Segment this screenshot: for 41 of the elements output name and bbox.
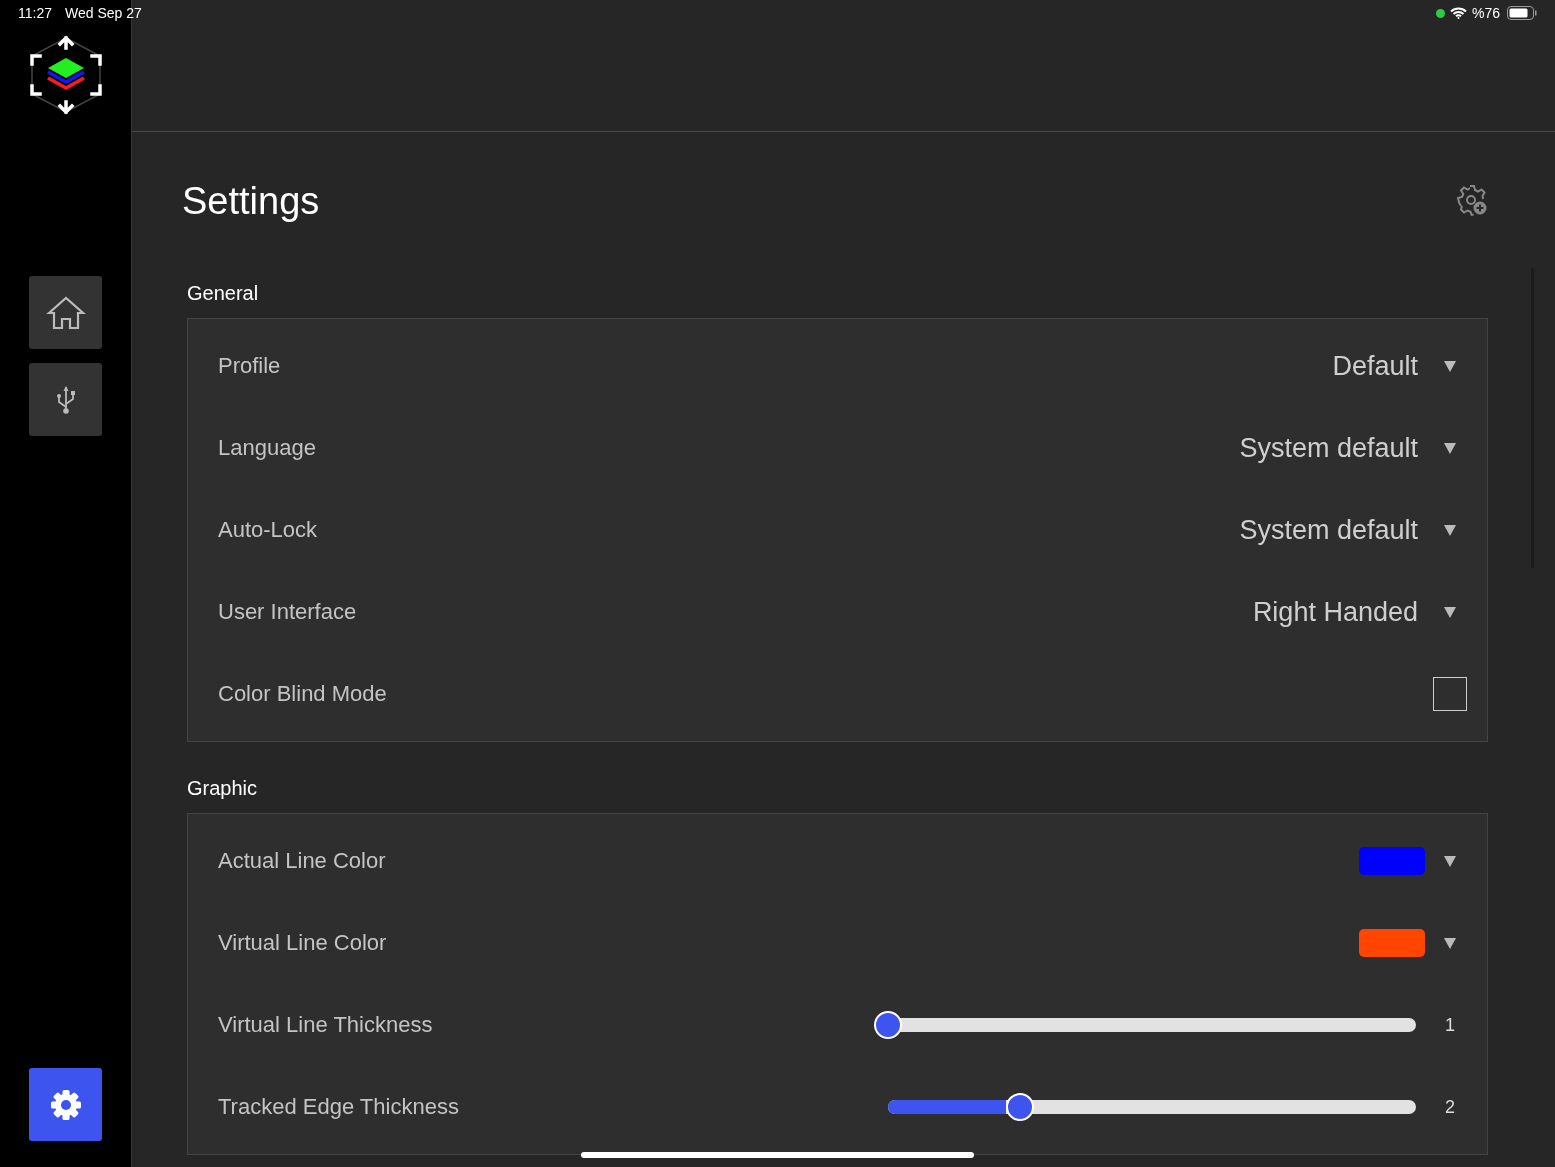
- battery-percentage: %76: [1471, 5, 1500, 21]
- setting-label: Virtual Line Color: [218, 930, 387, 956]
- dropdown-value[interactable]: Right Handed: [1252, 596, 1418, 628]
- caret-icon[interactable]: [1444, 442, 1456, 454]
- section-title: General: [187, 282, 260, 306]
- dropdown-value[interactable]: System default: [1239, 514, 1418, 546]
- setting-label: Actual Line Color: [218, 848, 386, 874]
- settings-nav-button[interactable]: [29, 1068, 102, 1141]
- slider-thumb[interactable]: [874, 1011, 902, 1039]
- dropdown-value[interactable]: System default: [1239, 432, 1418, 464]
- battery-icon: [1507, 6, 1537, 20]
- checkbox[interactable]: [1433, 677, 1467, 711]
- page-title: Settings: [182, 179, 320, 223]
- color-swatch[interactable]: [1359, 847, 1425, 875]
- status-date: Wed Sep 27: [65, 5, 142, 21]
- section-title: Graphic: [187, 777, 259, 801]
- home-nav-button[interactable]: [29, 276, 102, 349]
- usb-nav-button[interactable]: [29, 363, 102, 436]
- activity-dot-icon: [1435, 8, 1445, 18]
- dropdown-value[interactable]: Default: [1332, 350, 1418, 382]
- slider-value: 1: [1444, 1014, 1456, 1036]
- color-swatch[interactable]: [1359, 929, 1425, 957]
- slider-value: 2: [1444, 1096, 1456, 1118]
- caret-icon[interactable]: [1444, 606, 1456, 618]
- setting-label: Language: [218, 435, 316, 461]
- setting-label: Tracked Edge Thickness: [218, 1094, 459, 1120]
- caret-icon[interactable]: [1444, 360, 1456, 372]
- slider-thumb[interactable]: [1006, 1093, 1034, 1121]
- setting-label: Virtual Line Thickness: [218, 1012, 433, 1038]
- caret-icon[interactable]: [1444, 524, 1456, 536]
- caret-icon[interactable]: [1444, 855, 1456, 867]
- logo-icon: [27, 34, 104, 116]
- settings-add-icon[interactable]: [1456, 184, 1488, 216]
- home-icon: [45, 294, 86, 331]
- caret-icon[interactable]: [1444, 937, 1456, 949]
- setting-label: User Interface: [218, 599, 357, 625]
- setting-label: Profile: [218, 353, 281, 379]
- wifi-icon: [1449, 7, 1467, 19]
- status-time: 11:27: [18, 5, 52, 21]
- setting-label: Color Blind Mode: [218, 681, 387, 707]
- setting-label: Auto-Lock: [218, 517, 318, 543]
